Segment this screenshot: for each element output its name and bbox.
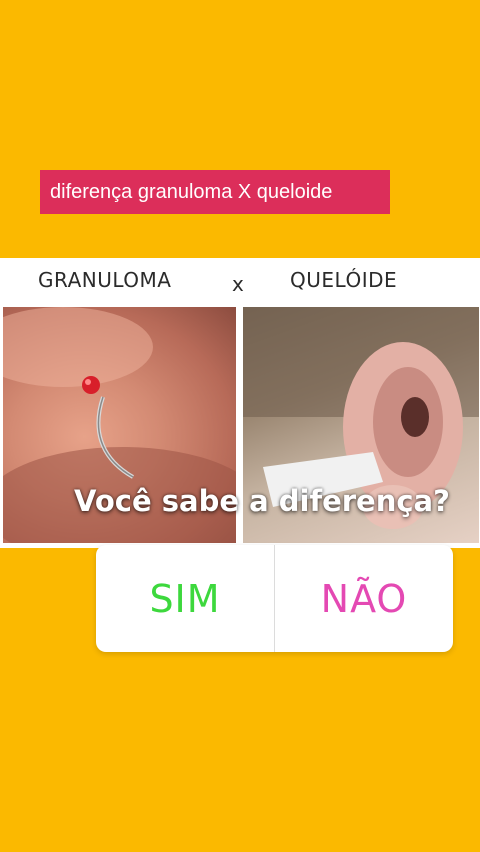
poll-sticker: SIM NÃO — [96, 545, 453, 652]
poll-option-sim[interactable]: SIM — [96, 545, 274, 652]
versus-label: x — [232, 272, 245, 296]
granuloma-label: GRANULOMA — [38, 268, 172, 292]
poll-option-nao-label: NÃO — [320, 576, 408, 621]
question-text: Você sabe a diferença? — [74, 484, 450, 518]
queloide-label: QUELÓIDE — [290, 268, 398, 292]
poll-option-nao[interactable]: NÃO — [275, 545, 453, 652]
caption-text: diferença granuloma X queloide — [40, 170, 390, 214]
poll-option-sim-label: SIM — [149, 576, 221, 621]
